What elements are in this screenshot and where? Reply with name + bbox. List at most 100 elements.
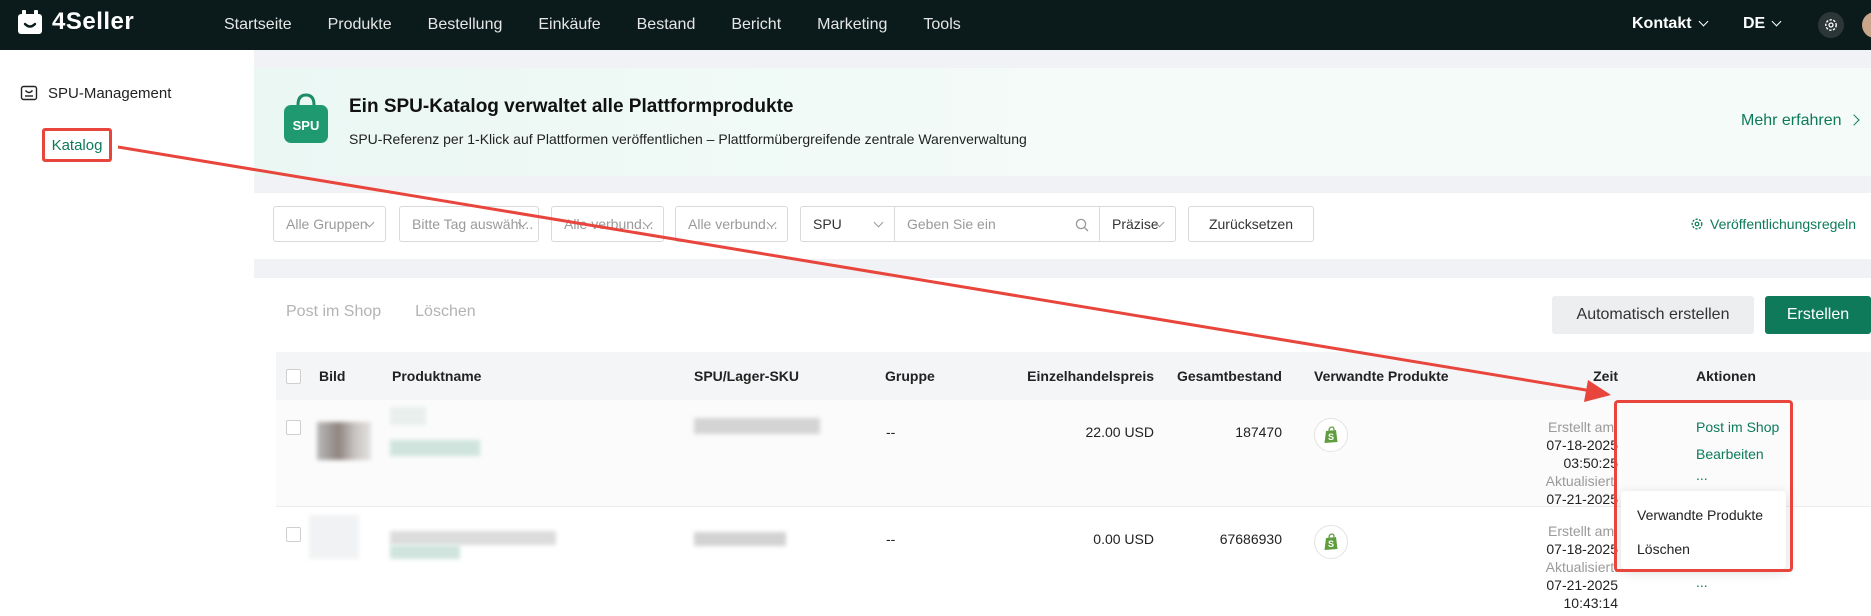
created-label: Erstellt am: xyxy=(1547,419,1618,435)
select-all-checkbox[interactable] xyxy=(286,369,301,384)
main-nav: Startseite Produkte Bestellung Einkäufe … xyxy=(224,0,961,50)
nav-bestellung[interactable]: Bestellung xyxy=(428,16,503,34)
action-links: Post im Shop Bearbeiten ... xyxy=(1696,414,1779,482)
svg-text:S: S xyxy=(1328,539,1334,549)
search-field-value: SPU xyxy=(813,216,842,232)
app-logo[interactable]: 4Seller xyxy=(16,8,134,36)
gear-icon xyxy=(1691,218,1703,230)
col-group: Gruppe xyxy=(885,368,935,384)
publish-rules-label: Veröffentlichungsregeln xyxy=(1710,216,1857,232)
language-dropdown[interactable]: DE xyxy=(1743,15,1782,33)
linked-select-2[interactable]: Alle verbund... xyxy=(675,206,788,242)
sidebar: SPU-Management Katalog xyxy=(0,50,254,616)
settings-button[interactable] xyxy=(1818,12,1844,38)
search-field-select[interactable]: SPU xyxy=(800,206,895,242)
time-info: Erstellt am: 07-18-2025 Aktualisiert: 07… xyxy=(1494,522,1618,612)
logo-text: 4Seller xyxy=(52,8,135,35)
chevron-down-icon xyxy=(873,217,884,228)
contact-dropdown[interactable]: Kontakt xyxy=(1632,15,1709,33)
sidebar-item-katalog[interactable]: Katalog xyxy=(42,128,112,162)
col-image: Bild xyxy=(319,368,346,384)
info-banner: SPU Ein SPU-Katalog verwaltet alle Platt… xyxy=(254,68,1871,176)
product-name-link[interactable] xyxy=(390,545,460,559)
spu-bag-label: SPU xyxy=(293,118,320,133)
reset-button[interactable]: Zurücksetzen xyxy=(1188,206,1314,242)
shopify-badge[interactable]: S xyxy=(1314,525,1348,559)
search-input[interactable]: Geben Sie ein xyxy=(894,206,1100,242)
search-icon[interactable] xyxy=(1075,218,1089,232)
nav-tools[interactable]: Tools xyxy=(923,16,960,34)
menu-item-delete[interactable]: Löschen xyxy=(1637,541,1690,557)
nav-produkte[interactable]: Produkte xyxy=(328,16,392,34)
spu-bag-icon: SPU xyxy=(282,93,330,145)
avatar[interactable] xyxy=(1862,12,1871,38)
row-checkbox[interactable] xyxy=(286,420,301,435)
row-checkbox[interactable] xyxy=(286,527,301,542)
bulk-post-button[interactable]: Post im Shop xyxy=(286,303,381,321)
product-name-link[interactable] xyxy=(390,440,480,456)
nav-bericht[interactable]: Bericht xyxy=(731,16,781,34)
nav-marketing[interactable]: Marketing xyxy=(817,16,887,34)
banner-subtitle: SPU-Referenz per 1-Klick auf Plattformen… xyxy=(349,131,1027,147)
more-actions-button[interactable]: ... xyxy=(1696,468,1779,482)
group-select-value: Alle Gruppen xyxy=(286,216,368,232)
top-navigation-bar: 4Seller Startseite Produkte Bestellung E… xyxy=(0,0,1871,50)
nav-bestand[interactable]: Bestand xyxy=(637,16,696,34)
post-in-shop-link[interactable]: Post im Shop xyxy=(1696,414,1779,441)
logo-bag-icon xyxy=(16,8,44,36)
col-actions: Aktionen xyxy=(1696,368,1756,384)
col-related: Verwandte Produkte xyxy=(1314,368,1449,384)
group-select[interactable]: Alle Gruppen xyxy=(273,206,386,242)
linked-select-1-value: Alle verbund... xyxy=(564,216,654,232)
banner-title: Ein SPU-Katalog verwaltet alle Plattform… xyxy=(349,96,794,117)
linked-select-1[interactable]: Alle verbund... xyxy=(551,206,664,242)
match-mode-value: Präzise xyxy=(1112,216,1159,232)
col-stock: Gesamtbestand xyxy=(1176,368,1282,384)
updated-label: Aktualisiert: xyxy=(1545,559,1618,575)
bulk-delete-button[interactable]: Löschen xyxy=(415,303,476,321)
publish-rules-link[interactable]: Veröffentlichungsregeln xyxy=(1690,216,1856,232)
svg-text:S: S xyxy=(1328,432,1334,442)
auto-create-button[interactable]: Automatisch erstellen xyxy=(1552,296,1754,334)
contact-label: Kontakt xyxy=(1632,15,1692,32)
group-value: -- xyxy=(886,531,896,547)
search-placeholder: Geben Sie ein xyxy=(907,216,996,232)
shopify-badge[interactable]: S xyxy=(1314,418,1348,452)
menu-item-related-products[interactable]: Verwandte Produkte xyxy=(1637,507,1763,523)
tag-select[interactable]: Bitte Tag auswähl... xyxy=(399,206,539,242)
sidebar-group-spu-management[interactable]: SPU-Management xyxy=(20,84,171,102)
learn-more-link[interactable]: Mehr erfahren xyxy=(1741,112,1860,130)
shopify-icon: S xyxy=(1324,426,1338,443)
bag-outline-icon xyxy=(20,85,38,101)
price-value: 22.00 USD xyxy=(1085,424,1154,440)
more-actions-menu: Verwandte Produkte Löschen xyxy=(1621,491,1786,569)
match-mode-select[interactable]: Präzise xyxy=(1099,206,1176,242)
blurred-content xyxy=(390,531,556,545)
product-thumbnail[interactable] xyxy=(309,515,359,559)
created-label: Erstellt am: xyxy=(1547,523,1618,539)
nav-einkaeufe[interactable]: Einkäufe xyxy=(538,16,600,34)
stock-value: 187470 xyxy=(1235,424,1282,440)
sku-value xyxy=(694,418,820,434)
updated-label: Aktualisiert: xyxy=(1545,473,1618,489)
edit-link[interactable]: Bearbeiten xyxy=(1696,441,1779,468)
col-name: Produktname xyxy=(392,368,482,384)
nav-startseite[interactable]: Startseite xyxy=(224,16,292,34)
chevron-down-icon xyxy=(1771,16,1782,27)
group-value: -- xyxy=(886,424,896,440)
product-thumbnail[interactable] xyxy=(317,422,371,460)
col-price: Einzelhandelspreis xyxy=(1027,368,1154,384)
shopify-icon: S xyxy=(1324,533,1338,550)
blurred-content xyxy=(390,407,426,425)
tag-select-value: Bitte Tag auswähl... xyxy=(412,216,534,232)
create-button[interactable]: Erstellen xyxy=(1765,296,1871,334)
more-actions-button[interactable]: ... xyxy=(1696,575,1708,589)
bulk-actions: Post im Shop Löschen xyxy=(286,303,476,321)
created-value: 07-18-2025 03:50:25 xyxy=(1546,437,1618,471)
sidebar-group-label: SPU-Management xyxy=(48,84,172,102)
created-value: 07-18-2025 xyxy=(1546,541,1618,557)
stock-value: 67686930 xyxy=(1219,531,1282,547)
language-label: DE xyxy=(1743,15,1766,32)
updated-value: 07-21-2025 10:43:14 xyxy=(1546,577,1618,611)
chevron-down-icon xyxy=(1698,16,1709,27)
